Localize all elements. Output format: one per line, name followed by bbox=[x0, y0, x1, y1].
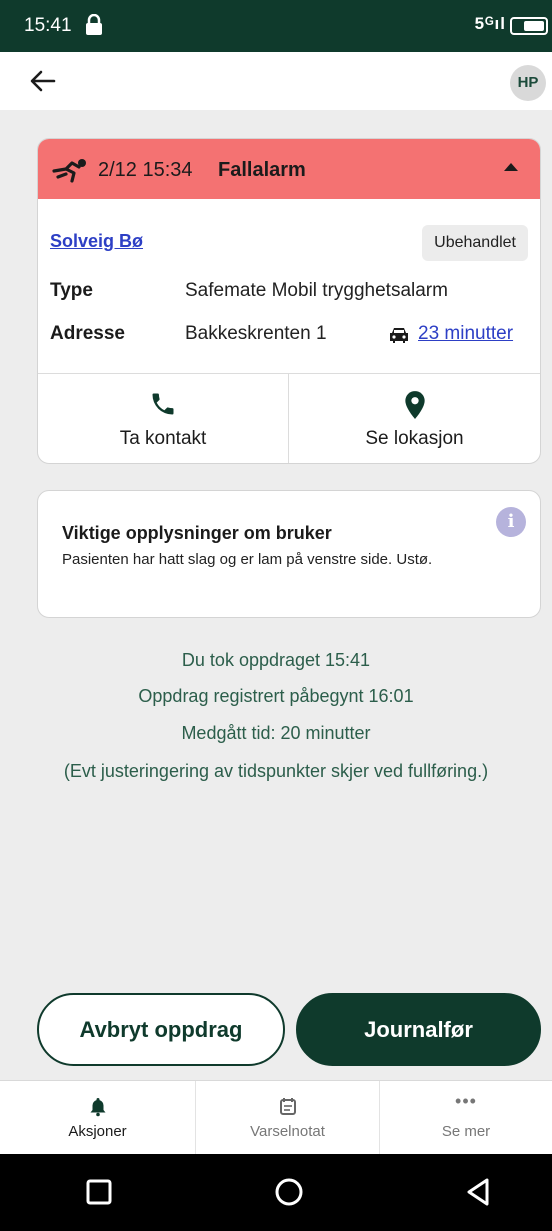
type-label: Type bbox=[50, 280, 93, 301]
alarm-type: Fallalarm bbox=[218, 159, 306, 181]
person-name-link[interactable]: Solveig Bø bbox=[50, 231, 143, 252]
note-icon bbox=[279, 1098, 296, 1115]
adjustment-note: (Evt justeringering av tidspunkter skjer… bbox=[63, 761, 489, 781]
bottom-nav: Aksjoner Varselnotat ••• Se mer bbox=[0, 1080, 552, 1155]
map-pin-icon bbox=[404, 391, 425, 419]
nav-notice-label: Varselnotat bbox=[250, 1123, 325, 1140]
home-circle-icon[interactable] bbox=[271, 1174, 307, 1210]
alarm-datetime: 2/12 15:34 bbox=[98, 159, 193, 181]
battery-icon bbox=[510, 17, 548, 35]
status-bar: 15:41 5ᴳıl bbox=[0, 0, 552, 52]
task-taken-text: Du tok oppdraget 15:41 bbox=[181, 650, 371, 670]
nav-actions[interactable]: Aksjoner bbox=[0, 1081, 196, 1155]
elapsed-time-text: Medgått tid: 20 minutter bbox=[181, 723, 371, 743]
info-icon[interactable]: i bbox=[496, 507, 526, 537]
chevron-up-icon[interactable] bbox=[504, 163, 518, 171]
contact-button[interactable]: Ta kontakt bbox=[38, 374, 289, 463]
back-triangle-icon[interactable] bbox=[461, 1174, 497, 1210]
contact-label: Ta kontakt bbox=[119, 428, 207, 449]
bell-icon bbox=[90, 1098, 105, 1117]
location-label: Se lokasjon bbox=[365, 428, 464, 449]
info-title: Viktige opplysninger om bruker bbox=[62, 523, 332, 543]
alarm-actions: Ta kontakt Se lokasjon bbox=[38, 373, 540, 463]
important-info-card: Viktige opplysninger om bruker Pasienten… bbox=[37, 490, 541, 618]
system-nav-bar bbox=[0, 1154, 552, 1231]
app-bar: HP bbox=[0, 52, 552, 110]
back-arrow-icon[interactable] bbox=[28, 66, 58, 96]
address-label: Adresse bbox=[50, 323, 125, 344]
lock-icon bbox=[86, 14, 102, 35]
signal-icon: 5ᴳıl bbox=[474, 14, 506, 33]
type-value: Safemate Mobil trygghetsalarm bbox=[185, 280, 448, 301]
task-started-text: Oppdrag registrert påbegynt 16:01 bbox=[138, 686, 414, 706]
location-button[interactable]: Se lokasjon bbox=[289, 374, 540, 463]
status-time: 15:41 bbox=[24, 15, 72, 36]
journal-button[interactable]: Journalfør bbox=[296, 993, 541, 1066]
nav-notice[interactable]: Varselnotat bbox=[196, 1081, 380, 1155]
info-text: Pasienten har hatt slag og er lam på ven… bbox=[62, 551, 433, 568]
more-dots-icon: ••• bbox=[455, 1091, 477, 1111]
fall-person-icon bbox=[52, 159, 86, 183]
travel-time-link[interactable]: 23 minutter bbox=[418, 323, 513, 345]
address-value: Bakkeskrenten 1 bbox=[185, 323, 327, 344]
avatar[interactable]: HP bbox=[510, 65, 546, 101]
status-badge: Ubehandlet bbox=[422, 225, 528, 261]
phone-icon bbox=[152, 393, 174, 415]
cancel-task-button[interactable]: Avbryt oppdrag bbox=[37, 993, 285, 1066]
nav-more[interactable]: ••• Se mer bbox=[380, 1081, 552, 1155]
recents-square-icon[interactable] bbox=[81, 1174, 117, 1210]
nav-actions-label: Aksjoner bbox=[68, 1123, 127, 1140]
car-icon bbox=[390, 328, 408, 343]
alarm-card: 2/12 15:34 Fallalarm Solveig Bø Ubehandl… bbox=[37, 138, 541, 464]
alarm-header[interactable]: 2/12 15:34 Fallalarm bbox=[38, 139, 540, 199]
nav-more-label: Se mer bbox=[441, 1123, 491, 1140]
